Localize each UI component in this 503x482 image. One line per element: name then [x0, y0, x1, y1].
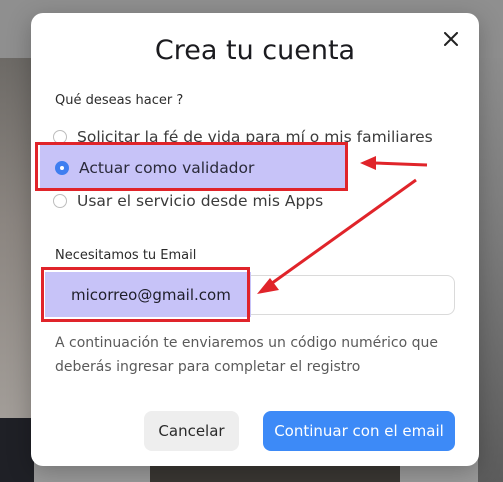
- close-icon: [444, 32, 458, 46]
- background-photo-left: [0, 58, 34, 418]
- email-label: Necesitamos tu Email: [55, 248, 197, 263]
- radio-label: Usar el servicio desde mis Apps: [77, 192, 324, 210]
- background-dark-panel: [0, 418, 34, 482]
- create-account-modal: Crea tu cuenta Qué deseas hacer ? Solici…: [31, 13, 479, 466]
- radio-option-apps[interactable]: Usar el servicio desde mis Apps: [53, 189, 323, 213]
- annotation-box-validador: [35, 142, 348, 191]
- helper-text: A continuación te enviaremos un código n…: [55, 335, 439, 375]
- cancel-button[interactable]: Cancelar: [144, 411, 239, 451]
- radio-button[interactable]: [53, 194, 67, 208]
- continue-email-button[interactable]: Continuar con el email: [263, 411, 455, 451]
- annotation-box-email: [41, 267, 250, 322]
- background-photo-right: [478, 58, 503, 482]
- modal-title: Crea tu cuenta: [154, 35, 356, 66]
- question-label: Qué deseas hacer ?: [55, 93, 184, 108]
- close-button[interactable]: [437, 25, 465, 53]
